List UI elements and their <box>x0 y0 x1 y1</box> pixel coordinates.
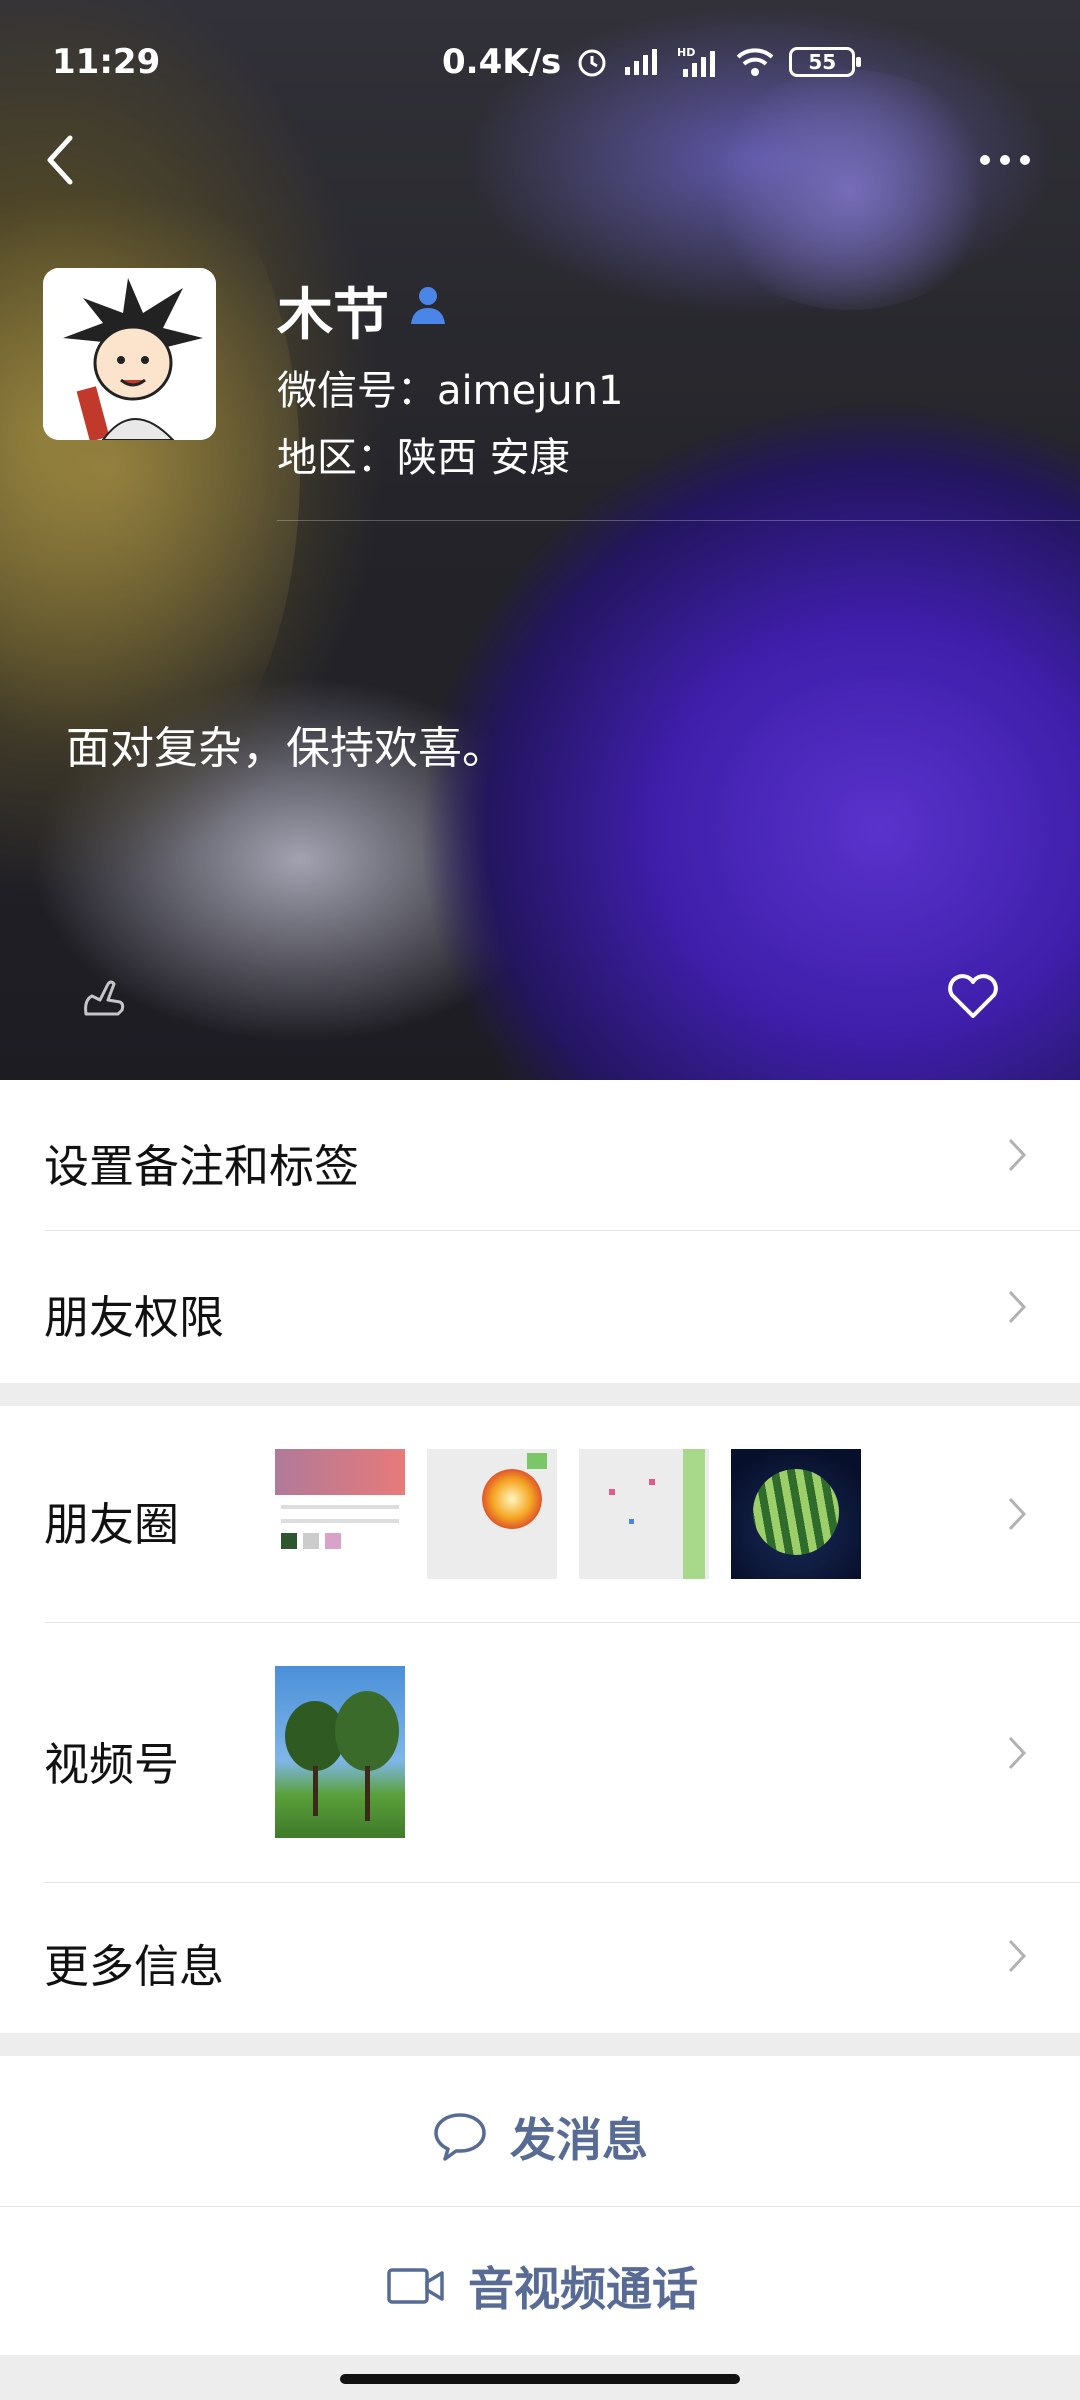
remark-tags-label: 设置备注和标签 <box>44 1140 360 1193</box>
friend-permissions-label: 朋友权限 <box>44 1291 225 1344</box>
alarm-icon <box>578 49 606 77</box>
moments-thumbnail <box>275 1449 405 1579</box>
battery-icon: 55 <box>789 47 862 77</box>
channels-thumbnail <box>275 1666 405 1838</box>
status-right: 0.4K/s HD 55 <box>442 42 862 82</box>
more-icon[interactable] <box>978 150 1032 170</box>
chevron-right-icon <box>1008 1497 1027 1531</box>
back-icon[interactable] <box>36 130 86 190</box>
moments-thumbnail <box>731 1449 861 1579</box>
send-message-label: 发消息 <box>510 2113 648 2167</box>
friend-permissions-row[interactable]: 朋友权限 <box>0 1231 1080 1383</box>
signal-icon <box>625 49 658 75</box>
avatar[interactable] <box>43 268 216 440</box>
settings-group: 设置备注和标签 朋友权限 <box>0 1080 1080 1383</box>
moments-thumbnail <box>579 1449 709 1579</box>
hd-signal-icon: HD <box>677 46 716 77</box>
network-speed: 0.4K/s <box>442 42 562 82</box>
chevron-right-icon <box>1008 1736 1027 1770</box>
content-group: 朋友圈 视频号 更多信息 <box>0 1406 1080 2033</box>
signature: 面对复杂，保持欢喜。 <box>66 723 506 774</box>
wechat-id: 微信号：aimejun1 <box>277 368 624 414</box>
home-indicator[interactable] <box>340 2374 740 2384</box>
region: 地区：陕西 安康 <box>277 435 570 481</box>
wifi-icon <box>736 48 774 76</box>
hero-divider <box>277 520 1080 521</box>
more-info-row[interactable]: 更多信息 <box>0 1883 1080 2033</box>
video-call-label: 音视频通话 <box>468 2262 698 2316</box>
contact-person-icon <box>411 287 445 324</box>
pat-icon[interactable] <box>78 970 128 1020</box>
moments-row[interactable]: 朋友圈 <box>0 1406 1080 1622</box>
svg-text:HD: HD <box>677 46 695 59</box>
channels-label: 视频号 <box>44 1738 180 1791</box>
avatar-image <box>43 268 216 440</box>
chevron-right-icon <box>1008 1290 1027 1324</box>
video-camera-icon <box>387 2268 444 2304</box>
status-bar: 11:29 0.4K/s HD 55 <box>0 0 1080 130</box>
cover-shade <box>0 0 1080 1080</box>
chat-bubble-icon <box>434 2113 486 2161</box>
video-call-button[interactable]: 音视频通话 <box>0 2207 1080 2355</box>
more-info-label: 更多信息 <box>44 1940 225 1993</box>
profile-cover: 11:29 0.4K/s HD 55 木节 微信号：aimejun1 地区：陕西 <box>0 0 1080 1080</box>
battery-level: 55 <box>808 50 837 74</box>
profile-name: 木节 <box>277 283 389 348</box>
send-message-button[interactable]: 发消息 <box>0 2056 1080 2206</box>
channels-row[interactable]: 视频号 <box>0 1623 1080 1882</box>
remark-tags-row[interactable]: 设置备注和标签 <box>0 1080 1080 1230</box>
moments-label: 朋友圈 <box>44 1498 180 1551</box>
moments-thumbnail <box>427 1449 557 1579</box>
status-time: 11:29 <box>52 42 161 82</box>
heart-icon[interactable] <box>946 972 1000 1020</box>
chevron-right-icon <box>1008 1939 1027 1973</box>
chevron-right-icon <box>1008 1138 1027 1172</box>
